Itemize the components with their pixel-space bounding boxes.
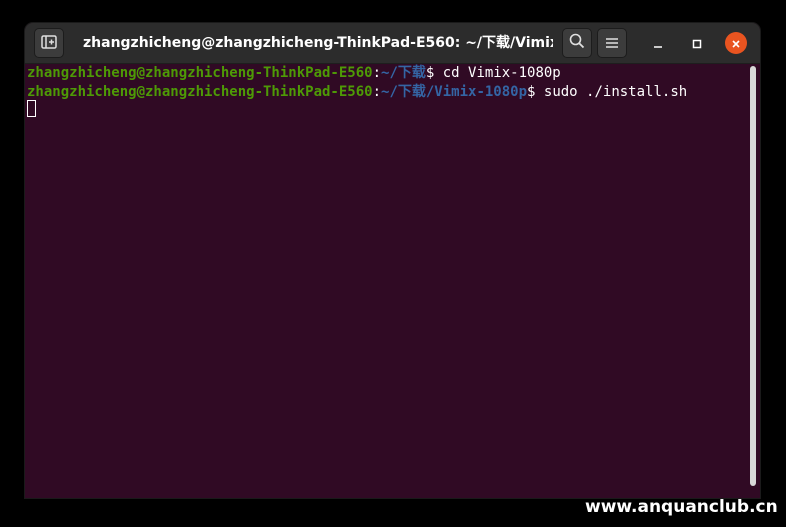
terminal-line: zhangzhicheng@zhangzhicheng-ThinkPad-E56… [27, 83, 687, 102]
prompt-separator: : [372, 84, 382, 100]
terminal-area[interactable]: zhangzhicheng@zhangzhicheng-ThinkPad-E56… [25, 64, 760, 498]
close-button[interactable] [725, 32, 747, 54]
maximize-button[interactable] [686, 32, 708, 54]
menu-button[interactable] [597, 28, 627, 58]
search-icon [569, 33, 585, 53]
terminal-window: zhangzhicheng@zhangzhicheng-ThinkPad-E56… [25, 23, 760, 498]
maximize-icon [692, 34, 702, 53]
prompt-path: ~/下载/Vimix-1080p [381, 84, 528, 100]
hamburger-menu-icon [605, 34, 619, 53]
new-tab-icon [41, 34, 57, 53]
minimize-button[interactable] [647, 32, 669, 54]
prompt-separator: : [372, 65, 382, 81]
close-icon [731, 34, 741, 53]
new-tab-button[interactable] [34, 28, 64, 58]
text-cursor [27, 100, 36, 117]
scrollbar[interactable] [750, 66, 756, 486]
watermark: www.anquanclub.cn [585, 497, 778, 517]
prompt-path: ~/下载 [381, 65, 426, 81]
minimize-icon [653, 34, 663, 53]
command-text: sudo ./install.sh [543, 84, 688, 100]
title-bar[interactable]: zhangzhicheng@zhangzhicheng-ThinkPad-E56… [25, 23, 760, 64]
prompt-user-host: zhangzhicheng@zhangzhicheng-ThinkPad-E56… [27, 84, 373, 100]
command-text: cd Vimix-1080p [442, 65, 561, 81]
search-button[interactable] [562, 28, 592, 58]
prompt-symbol: $ [527, 84, 544, 100]
prompt-user-host: zhangzhicheng@zhangzhicheng-ThinkPad-E56… [27, 65, 373, 81]
prompt-symbol: $ [425, 65, 443, 81]
terminal-line: zhangzhicheng@zhangzhicheng-ThinkPad-E56… [27, 64, 561, 83]
window-title: zhangzhicheng@zhangzhicheng-ThinkPad-E56… [83, 35, 553, 51]
